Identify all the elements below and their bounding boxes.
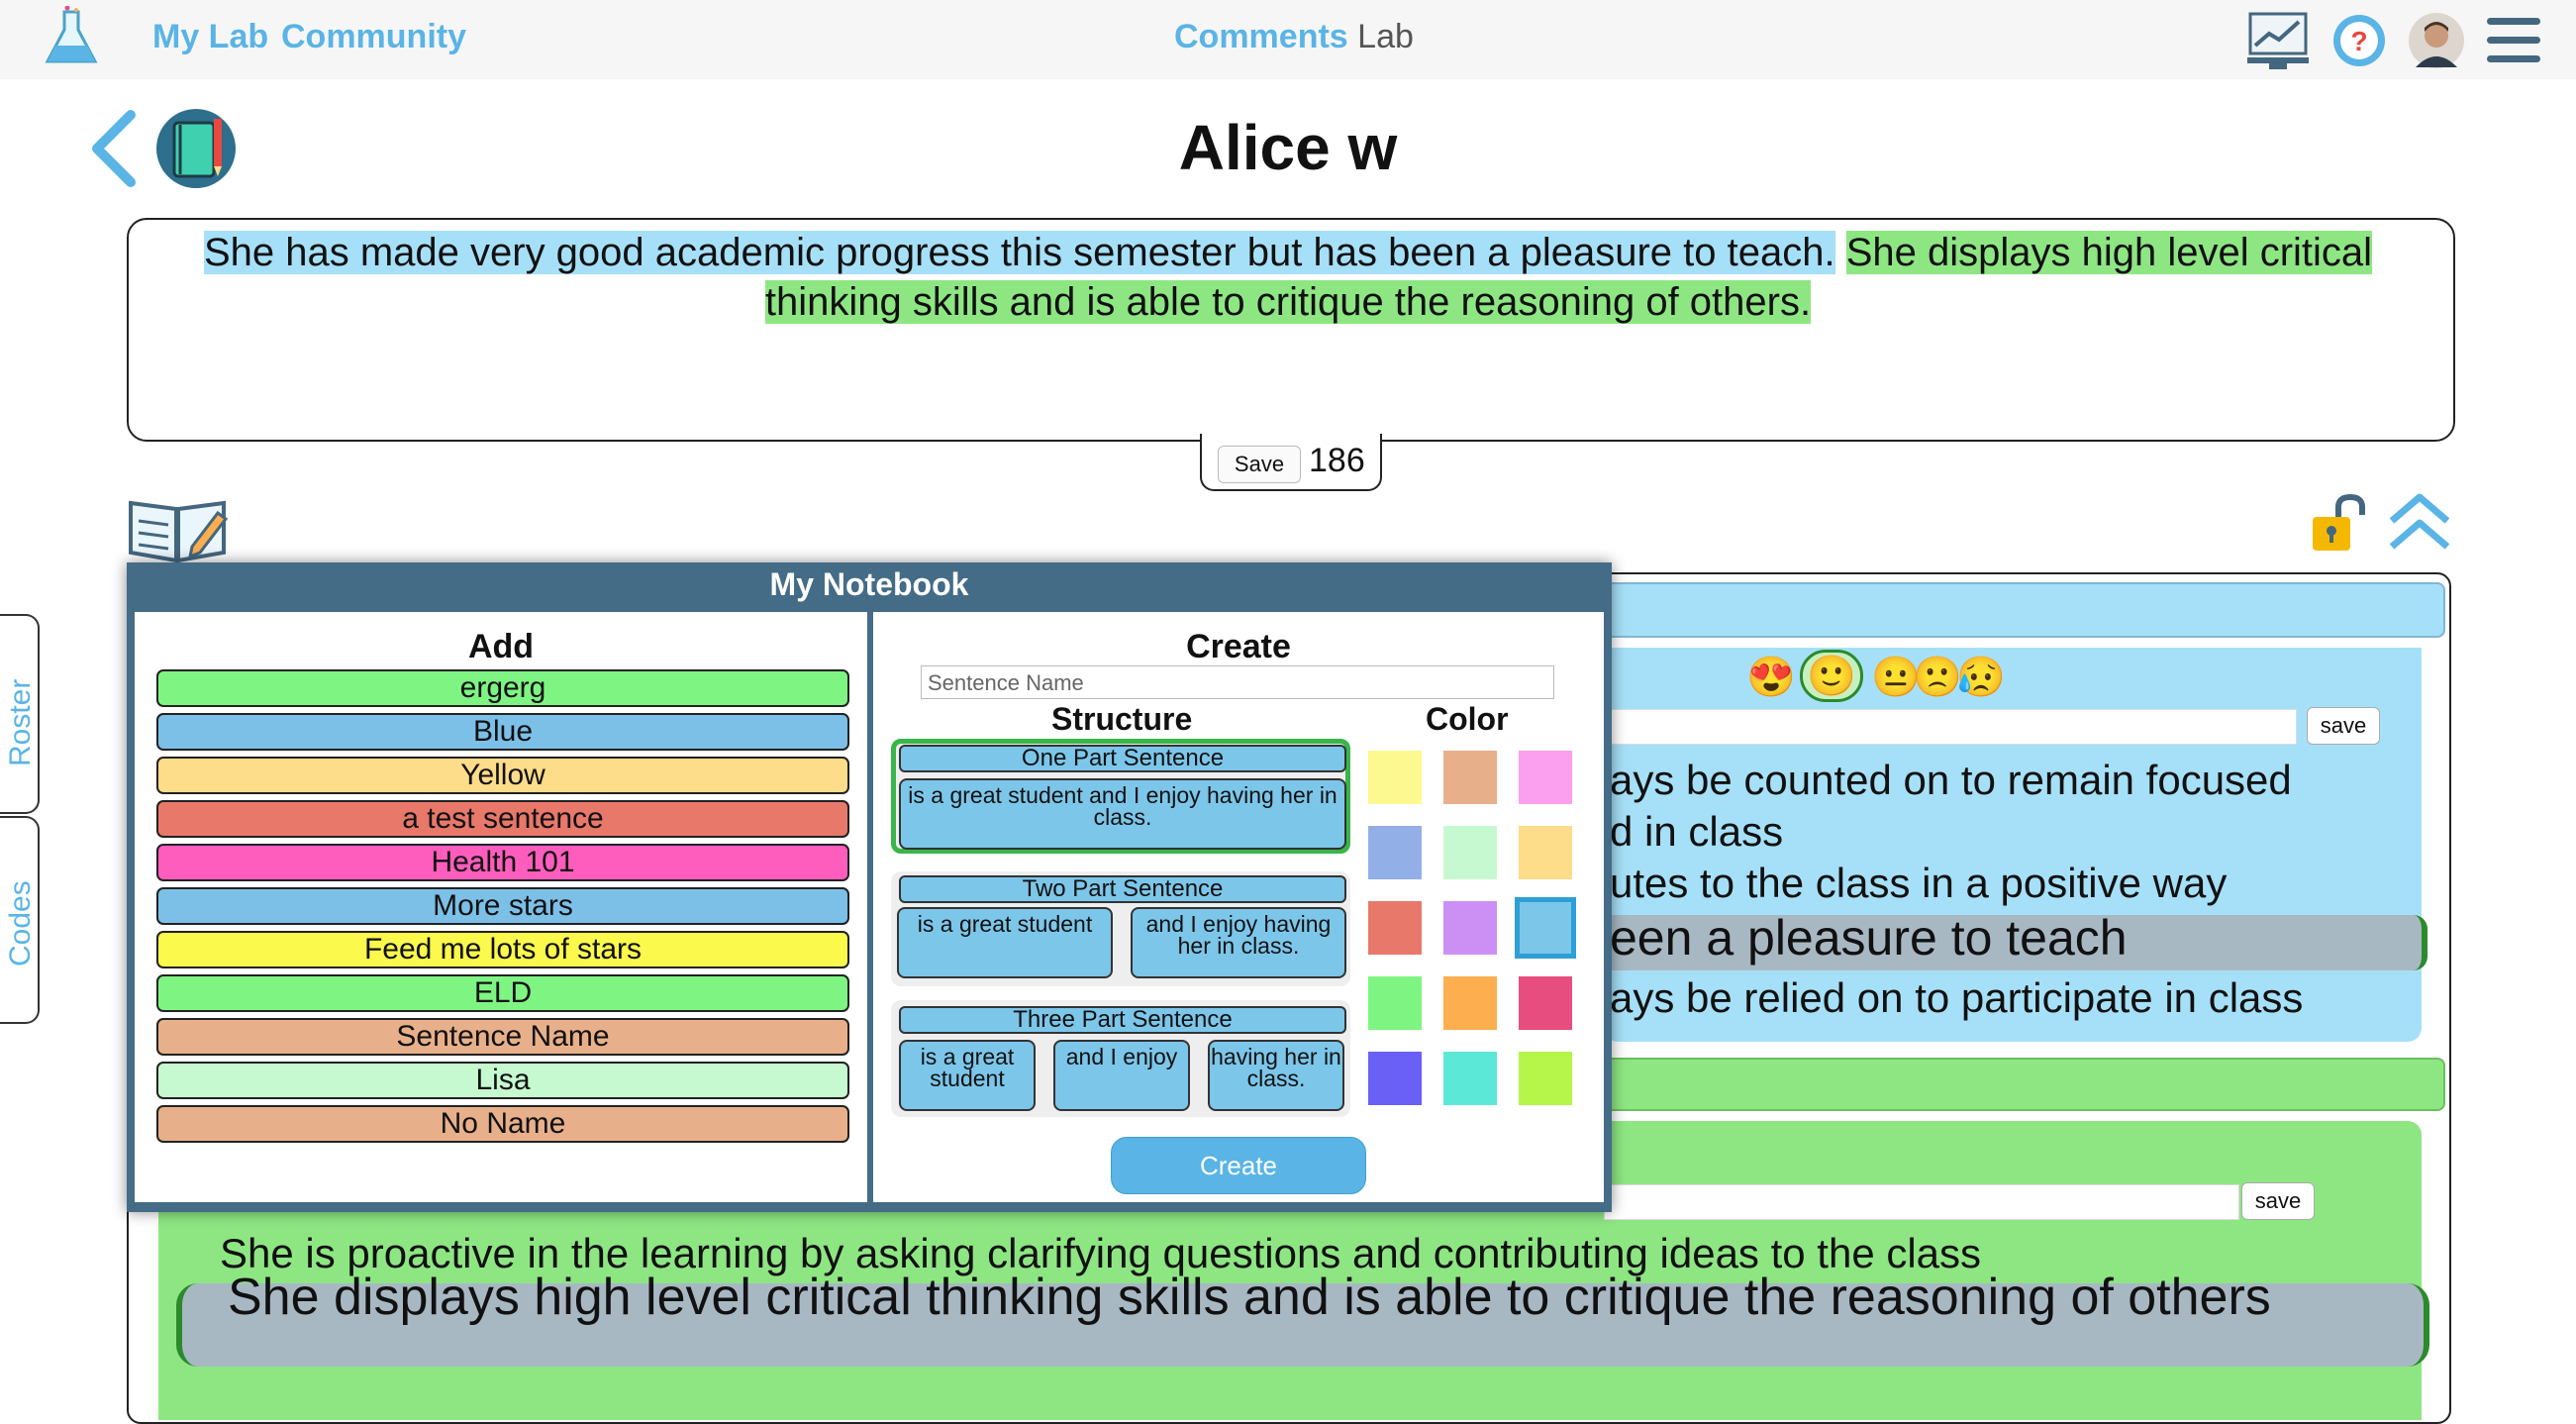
help-icon[interactable]: ? xyxy=(2330,12,2388,69)
structure-two-title: Two Part Sentence xyxy=(899,875,1346,903)
structure-three-title: Three Part Sentence xyxy=(899,1006,1346,1034)
nav-community[interactable]: Community xyxy=(281,18,466,56)
structure-heading: Structure xyxy=(1051,701,1193,737)
blue-line-5[interactable]: ays be relied on to participate in class xyxy=(1610,974,2303,1022)
green-save-button[interactable]: save xyxy=(2241,1182,2315,1220)
color-swatch[interactable] xyxy=(1519,826,1572,879)
sentence-name-input[interactable]: Sentence Name xyxy=(921,665,1554,699)
emoji-love-icon[interactable]: 😍 xyxy=(1746,654,1796,700)
structure-two-part-1[interactable]: is a great student xyxy=(897,907,1113,978)
blue-comment-input[interactable] xyxy=(1604,709,2297,745)
add-heading: Add xyxy=(467,628,535,665)
collapse-up-icon[interactable] xyxy=(2386,491,2453,555)
green-line-2[interactable]: She displays high level critical thinkin… xyxy=(228,1271,2346,1323)
notebook-add-item[interactable]: More stars xyxy=(156,887,849,925)
color-swatch[interactable] xyxy=(1368,751,1422,804)
avatar[interactable] xyxy=(2408,12,2465,69)
nav-my-lab[interactable]: My Lab xyxy=(152,18,268,56)
create-button[interactable]: Create xyxy=(1111,1137,1366,1194)
color-swatch[interactable] xyxy=(1519,976,1572,1030)
app-title-rest: Lab xyxy=(1357,18,1414,55)
character-count: 186 xyxy=(1309,442,1365,479)
tab-roster[interactable]: Roster xyxy=(0,614,40,814)
green-comment-input[interactable] xyxy=(1604,1184,2239,1220)
color-swatch[interactable] xyxy=(1519,1052,1572,1105)
chart-monitor-icon[interactable] xyxy=(2247,10,2309,71)
blue-line-2[interactable]: d in class xyxy=(1610,808,1783,856)
structure-three-part-1[interactable]: is a great student xyxy=(899,1040,1036,1111)
notebook-add-item[interactable]: Blue xyxy=(156,713,849,751)
color-swatch[interactable] xyxy=(1443,826,1497,879)
comment-sentence-1: She has made very good academic progress… xyxy=(203,231,1835,274)
unlock-icon[interactable] xyxy=(2307,493,2370,555)
structure-three-part-2[interactable]: and I enjoy xyxy=(1053,1040,1190,1111)
emoji-smile-icon[interactable]: 🙂 xyxy=(1800,650,1863,702)
notebook-add-item[interactable]: Lisa xyxy=(156,1062,849,1099)
color-swatch-selected[interactable] xyxy=(1515,897,1576,959)
notebook-add-item[interactable]: Health 101 xyxy=(156,844,849,881)
notebook-add-item[interactable]: ELD xyxy=(156,974,849,1012)
blue-line-1[interactable]: ays be counted on to remain focused xyxy=(1610,757,2292,804)
structure-three-part-3[interactable]: having her in class. xyxy=(1208,1040,1344,1111)
open-book-edit-icon[interactable] xyxy=(127,491,228,564)
color-swatch[interactable] xyxy=(1519,751,1572,804)
color-swatch[interactable] xyxy=(1443,751,1497,804)
structure-one-part-1[interactable]: is a great student and I enjoy having he… xyxy=(899,778,1346,850)
color-swatch[interactable] xyxy=(1368,1052,1422,1105)
notebook-add-item[interactable]: a test sentence xyxy=(156,800,849,838)
category-bar-green[interactable] xyxy=(1604,1058,2445,1111)
structure-two-part-2[interactable]: and I enjoy having her in class. xyxy=(1131,907,1346,978)
notebook-add-item[interactable]: No Name xyxy=(156,1105,849,1143)
menu-icon[interactable] xyxy=(2487,18,2540,74)
svg-text:?: ? xyxy=(2350,26,2367,56)
create-heading: Create xyxy=(1186,628,1291,665)
color-swatch[interactable] xyxy=(1443,1052,1497,1105)
comment-text[interactable]: She has made very good academic progress… xyxy=(168,228,2408,327)
tab-roster-label: Roster xyxy=(4,678,37,766)
flask-logo-icon[interactable] xyxy=(44,6,99,67)
blue-line-4[interactable]: een a pleasure to teach xyxy=(1610,909,2128,966)
tab-codes-label: Codes xyxy=(4,880,37,966)
blue-line-3[interactable]: utes to the class in a positive way xyxy=(1610,860,2227,907)
color-swatch[interactable] xyxy=(1368,901,1422,955)
notebook-add-item[interactable]: Feed me lots of stars xyxy=(156,931,849,968)
color-swatch[interactable] xyxy=(1443,976,1497,1030)
category-bar-blue[interactable] xyxy=(1604,582,2445,638)
color-swatch[interactable] xyxy=(1368,826,1422,879)
color-swatch[interactable] xyxy=(1443,901,1497,955)
comment-save-button[interactable]: Save xyxy=(1218,446,1301,483)
student-name: Alice w xyxy=(1178,112,1398,183)
notebook-add-item[interactable]: Sentence Name xyxy=(156,1018,849,1056)
app-title: Comments Lab xyxy=(1174,18,1414,56)
color-swatch[interactable] xyxy=(1368,976,1422,1030)
blue-save-button[interactable]: save xyxy=(2307,707,2380,745)
color-heading: Color xyxy=(1426,701,1509,737)
app-title-bold: Comments xyxy=(1174,18,1348,55)
tab-codes[interactable]: Codes xyxy=(0,816,40,1024)
emoji-cry-icon[interactable]: 😥 xyxy=(1956,654,2006,700)
notebook-add-item[interactable]: Yellow xyxy=(156,757,849,794)
notebook-title: My Notebook xyxy=(769,566,969,602)
emoji-sad-icon[interactable]: 🙁 xyxy=(1913,654,1962,700)
structure-one-title: One Part Sentence xyxy=(899,745,1346,772)
notebook-add-item[interactable]: ergerg xyxy=(156,669,849,707)
